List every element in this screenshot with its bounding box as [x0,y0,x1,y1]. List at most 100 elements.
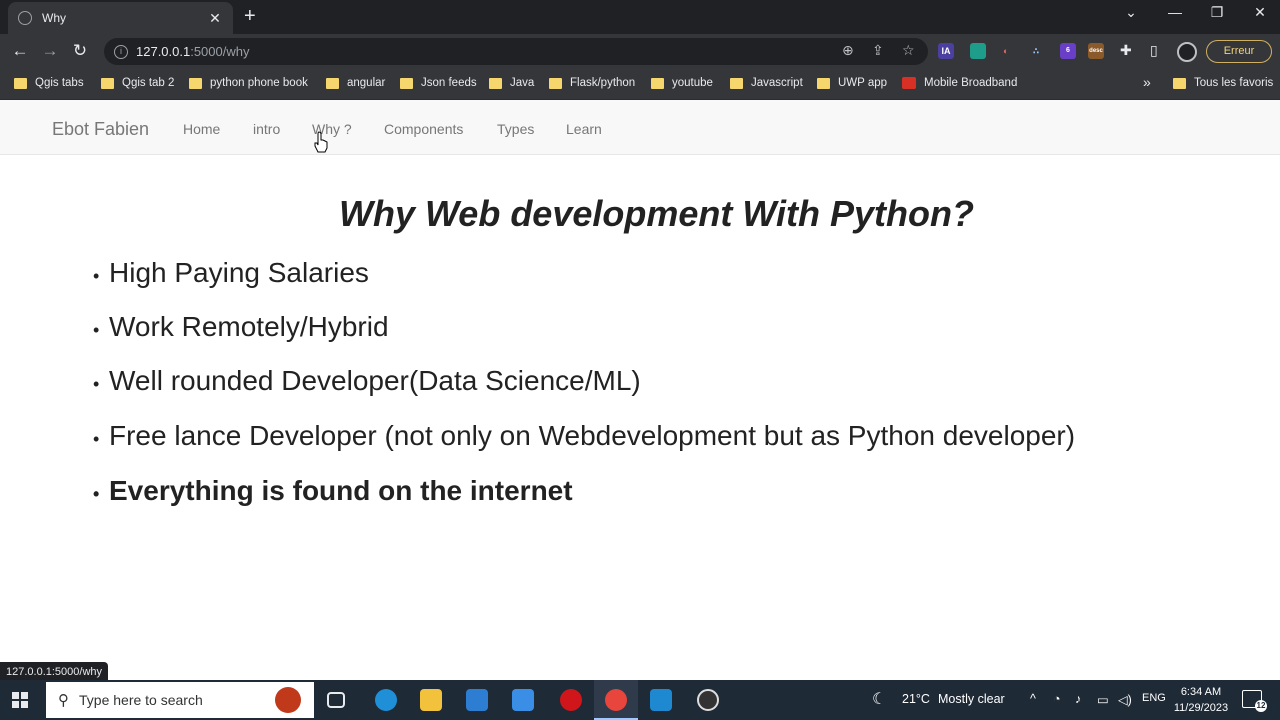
list-item-text: Everything is found on the internet [109,475,573,506]
new-tab-button[interactable]: + [244,6,256,26]
forward-button[interactable]: → [40,41,60,61]
folder-icon [400,77,413,89]
web-page: Ebot Fabien Home intro Why ? Components … [0,100,1280,662]
nav-link-intro[interactable]: intro [253,121,280,137]
battery-icon[interactable]: ▭ [1097,692,1109,707]
folder-icon [189,77,202,89]
tab-search-icon[interactable]: ⌄ [1116,4,1146,21]
bookmark-item[interactable]: Qgis tab 2 [101,77,174,89]
url-path: :5000/why [190,44,250,59]
nav-link-types[interactable]: Types [497,121,534,137]
folder-icon [489,77,502,89]
maximize-button[interactable]: ❐ [1202,4,1232,21]
search-highlight-icon [275,687,301,713]
file-explorer-icon[interactable] [420,689,442,711]
microsoft-store-icon[interactable] [466,689,488,711]
bookmark-item[interactable]: Json feeds [400,77,477,89]
obs-studio-icon[interactable] [697,689,719,711]
reload-button[interactable]: ↻ [70,41,90,61]
back-button[interactable]: ← [10,41,30,61]
bookmark-star-icon[interactable]: ☆ [902,42,915,59]
extension-badge-icon[interactable]: 6 [1060,43,1076,59]
nav-link-components[interactable]: Components [384,121,463,137]
extension-dots-icon[interactable]: ∴ [1028,43,1044,59]
close-tab-icon[interactable]: ✕ [207,10,223,27]
extensions-puzzle-icon[interactable]: ✚ [1120,42,1132,59]
list-item: • Work Remotely/Hybrid [93,311,389,343]
bullet: • [93,374,100,394]
extension-translate-icon[interactable] [970,43,986,59]
windows-taskbar: ⚲ Type here to search ☾ 21°C Mostly clea… [0,680,1280,720]
page-heading: Why Web development With Python? [338,193,974,234]
side-panel-icon[interactable]: ▯ [1150,42,1158,59]
weather-temperature[interactable]: 21°C [902,692,930,706]
browser-tab-active[interactable]: Why ✕ [8,2,233,34]
bookmark-item[interactable]: UWP app [817,77,887,89]
weather-icon[interactable]: ☾ [872,689,886,709]
language-indicator[interactable]: ENG [1142,692,1166,704]
huawei-logo-icon [902,77,916,89]
bookmark-item[interactable]: angular [326,77,385,89]
profile-avatar[interactable] [1177,42,1197,62]
close-window-button[interactable]: ✕ [1245,4,1275,21]
zoom-icon[interactable]: ⊕ [842,42,854,59]
clock-date: 11/29/2023 [1173,702,1229,714]
extension-desc-icon[interactable]: desc [1088,43,1104,59]
chrome-browser-icon[interactable] [605,689,627,711]
search-icon: ⚲ [58,692,69,709]
folder-icon [14,77,27,89]
nav-link-home[interactable]: Home [183,121,220,137]
opera-browser-icon[interactable] [560,689,582,711]
bookmark-item[interactable]: youtube [651,77,713,89]
list-item-text: Free lance Developer (not only on Webdev… [109,420,1076,451]
system-clock[interactable]: 6:34 AM 11/29/2023 [1172,684,1230,716]
bookmark-item[interactable]: Java [489,77,534,89]
list-item-text: Well rounded Developer(Data Science/ML) [109,365,641,396]
vscode-icon[interactable] [650,689,672,711]
mail-icon[interactable] [512,689,534,711]
bookmark-item[interactable]: Flask/python [549,77,635,89]
bookmark-item[interactable]: Javascript [730,77,803,89]
extension-ia-icon[interactable]: IA [938,43,954,59]
clock-time: 6:34 AM [1180,686,1222,698]
taskbar-search-box[interactable]: ⚲ Type here to search [46,682,314,718]
site-info-icon[interactable]: i [114,44,128,59]
folder-icon [730,77,743,89]
all-bookmarks-folder[interactable]: Tous les favoris [1173,77,1273,89]
globe-icon [18,11,32,25]
bullet: • [93,484,100,504]
list-item: • Everything is found on the internet [93,475,573,507]
folder-icon [1173,77,1186,89]
bookmark-item[interactable]: Mobile Broadband [902,77,1017,89]
site-brand[interactable]: Ebot Fabien [52,119,149,140]
address-bar[interactable]: i 127.0.0.1 :5000/why [104,38,928,65]
folder-icon [101,77,114,89]
folder-icon [549,77,562,89]
volume-icon[interactable]: ◁) [1118,692,1132,707]
task-view-icon[interactable] [327,692,345,708]
bookmark-item[interactable]: python phone book [189,77,308,89]
search-placeholder: Type here to search [79,692,203,708]
list-item-text: High Paying Salaries [109,257,369,288]
extension-color-icon[interactable]: ◐ [998,43,1014,59]
nav-link-learn[interactable]: Learn [566,121,602,137]
notification-count-badge: 12 [1255,700,1267,712]
show-hidden-icons-chevron-icon[interactable]: ^ [1030,692,1036,706]
notifications-icon[interactable]: 12 [1242,690,1267,712]
weather-description[interactable]: Mostly clear [938,692,1005,706]
bookmark-item[interactable]: Qgis tabs [14,77,84,89]
microphone-icon[interactable]: ♪ [1075,692,1081,706]
edge-browser-icon[interactable] [375,689,397,711]
share-icon[interactable]: ⇪ [872,42,884,59]
list-item-text: Work Remotely/Hybrid [109,311,389,342]
network-icon[interactable]: ◔ [1053,692,1061,706]
url-host: 127.0.0.1 [136,44,191,59]
bullet: • [93,429,100,449]
profile-error-button[interactable]: Erreur [1206,40,1272,63]
minimize-button[interactable]: — [1160,4,1190,20]
bullet: • [93,320,100,340]
windows-start-icon[interactable] [12,692,28,708]
bookmarks-overflow-button[interactable]: » [1143,74,1151,90]
folder-icon [651,77,664,89]
folder-icon [817,77,830,89]
